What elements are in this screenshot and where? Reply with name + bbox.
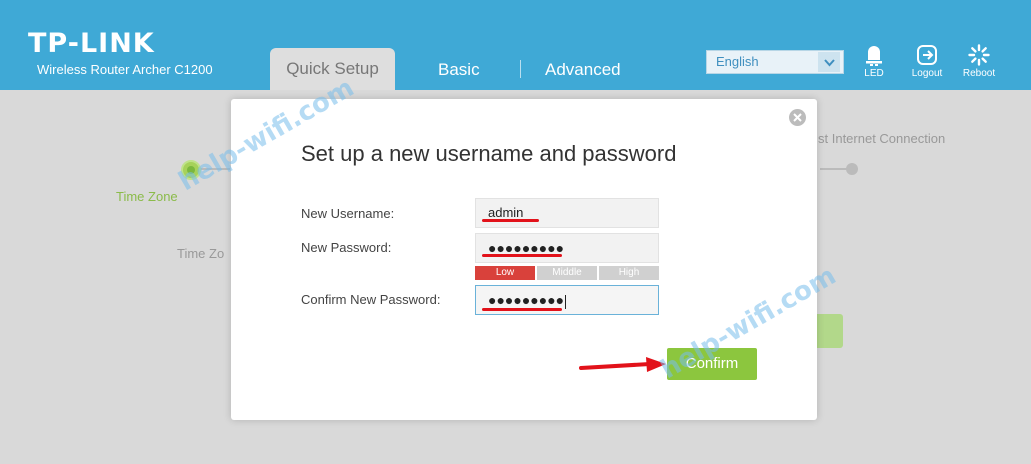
close-button[interactable]: [789, 109, 806, 126]
led-label: LED: [864, 68, 884, 79]
text-caret: [565, 294, 567, 309]
tab-divider: [520, 60, 521, 78]
password-input[interactable]: ●●●●●●●●●: [475, 233, 659, 263]
tab-advanced[interactable]: Advanced: [545, 60, 621, 80]
logout-button[interactable]: Logout: [905, 40, 949, 79]
wizard-step-dot: [846, 163, 858, 175]
reboot-button[interactable]: Reboot: [957, 40, 1001, 79]
strength-middle: Middle: [537, 266, 597, 280]
username-input[interactable]: admin: [475, 198, 659, 228]
confirm-password-label: Confirm New Password:: [301, 292, 441, 307]
language-selected-value: English: [716, 54, 759, 69]
confirm-password-value: ●●●●●●●●●: [488, 292, 565, 308]
logout-icon: [905, 40, 949, 66]
language-select[interactable]: English: [706, 50, 844, 74]
close-icon: [793, 113, 802, 122]
tab-basic[interactable]: Basic: [438, 60, 480, 80]
router-model: Wireless Router Archer C1200: [37, 62, 213, 77]
wizard-step-active-dot: [181, 160, 201, 180]
reboot-icon: [957, 40, 1001, 66]
credentials-dialog: Set up a new username and password New U…: [231, 99, 817, 420]
header-bar: TP-LINK Wireless Router Archer C1200 Qui…: [0, 0, 1031, 90]
username-value: admin: [488, 205, 524, 220]
led-button[interactable]: LED: [852, 40, 896, 79]
annotation-underline-username: [482, 219, 539, 222]
strength-low: Low: [475, 266, 535, 280]
wizard-step-test-internet: st Internet Connection: [818, 131, 946, 146]
reboot-label: Reboot: [962, 68, 996, 79]
confirm-button[interactable]: Confirm: [667, 348, 757, 380]
password-label: New Password:: [301, 240, 392, 255]
annotation-arrow-icon: [579, 357, 666, 372]
annotation-underline-password: [482, 254, 562, 257]
password-strength-meter: Low Middle High: [475, 266, 659, 280]
wizard-next-button[interactable]: [816, 314, 843, 348]
username-label: New Username:: [301, 206, 395, 221]
wizard-progress-line: [200, 168, 230, 170]
annotation-underline-confirm: [482, 308, 562, 311]
brand-logo: TP-LINK: [28, 28, 155, 59]
led-icon: [852, 40, 896, 66]
tab-quick-setup[interactable]: Quick Setup: [270, 48, 395, 90]
chevron-down-icon: [818, 52, 840, 72]
strength-high: High: [599, 266, 659, 280]
dialog-title: Set up a new username and password: [301, 141, 677, 166]
logout-label: Logout: [911, 68, 943, 79]
wizard-step-time-zone: Time Zone: [116, 189, 178, 204]
wizard-section-label: Time Zo: [177, 246, 225, 261]
